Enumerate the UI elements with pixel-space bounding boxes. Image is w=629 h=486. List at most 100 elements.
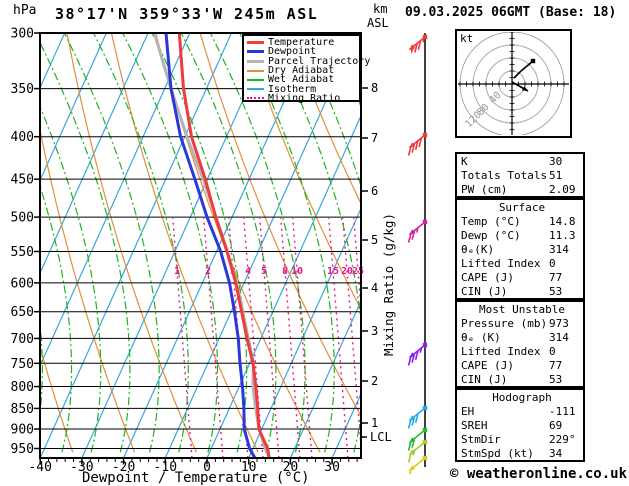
legend-swatch-isotherm xyxy=(247,88,264,91)
panel-row-value: 34 xyxy=(549,447,563,460)
panel-row: Pressure (mb) 973 xyxy=(461,317,583,331)
svg-text:6: 6 xyxy=(371,184,378,198)
svg-text:350: 350 xyxy=(11,82,34,97)
wind-barb-column xyxy=(407,33,428,475)
indices-panel-hodograph: Hodograph EH -111 SREH 69 StmDir 229° StmSpd (k… xyxy=(455,388,585,462)
panel-row: SREH 69 xyxy=(461,419,583,433)
panel-row-label: Dewp (°C) xyxy=(461,229,521,242)
panel-row-label: Lifted Index xyxy=(461,345,541,358)
indices-panel: K 30 Totals Totals 51 PW (cm) 2.09 xyxy=(455,152,585,198)
svg-text:10: 10 xyxy=(291,266,303,277)
svg-text:4: 4 xyxy=(245,266,251,277)
svg-text:1: 1 xyxy=(174,266,180,277)
lcl-label: LCL xyxy=(370,430,392,444)
hodograph-unit-label: kt xyxy=(460,32,473,45)
legend-swatch-mixing-ratio xyxy=(247,97,264,100)
panel-row-label: θₑ(K) xyxy=(461,243,495,256)
svg-text:5: 5 xyxy=(261,266,267,277)
mixing-ratio-axis-title: Mixing Ratio (g/kg) xyxy=(381,213,396,356)
panel-row-label: PW (cm) xyxy=(461,183,508,196)
panel-row: Temp (°C) 14.8 xyxy=(461,215,583,229)
legend-swatch-dry-adiabat xyxy=(247,69,264,72)
svg-text:2: 2 xyxy=(371,374,378,388)
indices-panel-most-unstable: Most Unstable Pressure (mb) 973 θₑ (K) 314 Li… xyxy=(455,300,585,388)
panel-row-label: SREH xyxy=(461,419,488,432)
svg-text:750: 750 xyxy=(11,357,34,372)
panel-header: Hodograph xyxy=(492,391,552,404)
panel-row: EH -111 xyxy=(461,405,583,419)
svg-text:900: 900 xyxy=(11,423,34,438)
legend-swatch-temperature xyxy=(247,41,264,45)
dry-adiabat-line xyxy=(599,33,629,452)
svg-text:400: 400 xyxy=(11,130,34,145)
panel-row-value: 314 xyxy=(549,331,569,344)
legend-label: Wet Adiabat xyxy=(268,74,335,86)
svg-text:15: 15 xyxy=(327,266,339,277)
legend-label: Mixing Ratio xyxy=(268,92,341,104)
panel-row: θₑ (K) 314 xyxy=(461,331,583,345)
svg-text:950: 950 xyxy=(11,442,34,457)
svg-text:-40: -40 xyxy=(28,460,51,475)
svg-text:450: 450 xyxy=(11,173,34,188)
legend-item: Mixing Ratio xyxy=(247,92,359,104)
panel-row-label: K xyxy=(461,155,468,168)
asl-axis-unit: ASL xyxy=(367,16,389,30)
svg-text:850: 850 xyxy=(11,402,34,417)
panel-row-value: 0 xyxy=(549,345,556,358)
panel-row: StmDir 229° xyxy=(461,433,583,447)
panel-row-value: 229° xyxy=(549,433,576,446)
panel-row: PW (cm) 2.09 xyxy=(461,183,583,197)
panel-row: CAPE (J) 77 xyxy=(461,271,583,285)
svg-text:30: 30 xyxy=(324,460,340,475)
dry-adiabat-line xyxy=(66,34,197,453)
panel-row-value: 14.8 xyxy=(549,215,576,228)
svg-text:650: 650 xyxy=(11,305,34,320)
legend-swatch-wet-adiabat xyxy=(247,78,264,81)
panel-row-value: 0 xyxy=(549,257,556,270)
panel-row-value: 51 xyxy=(549,169,563,182)
panel-row-value: 2.09 xyxy=(549,183,576,196)
wet-adiabat-line xyxy=(151,34,248,453)
panel-header: Most Unstable xyxy=(478,303,566,316)
panel-row-value: 314 xyxy=(549,243,569,256)
legend-swatch-parcel-trajectory xyxy=(247,59,264,63)
panel-row-label: CIN (J) xyxy=(461,285,508,298)
svg-text:800: 800 xyxy=(11,380,34,395)
panel-row: Lifted Index 0 xyxy=(461,257,583,271)
panel-row: Dewp (°C) 11.3 xyxy=(461,229,583,243)
copyright-link[interactable]: © weatheronline.co.uk xyxy=(450,466,627,482)
panel-row-value: 30 xyxy=(549,155,563,168)
sounding-page: 1 2 3 4 5 8 10 15 20 25 300 350 400 450 500 550 600 650 70… xyxy=(0,0,629,486)
svg-text:8: 8 xyxy=(282,266,288,277)
panel-row: Lifted Index 0 xyxy=(461,345,583,359)
panel-row-value: 69 xyxy=(549,419,563,432)
panel-row-value: 77 xyxy=(549,271,563,284)
pressure-axis-unit: hPa xyxy=(13,3,37,18)
svg-text:25: 25 xyxy=(352,266,364,277)
svg-text:4: 4 xyxy=(371,281,378,295)
panel-row: K 30 xyxy=(461,155,583,169)
panel-row-label: CAPE (J) xyxy=(461,359,514,372)
panel-row-label: Pressure (mb) xyxy=(461,317,548,330)
legend-swatch-dewpoint xyxy=(247,50,264,54)
panel-row-value: 973 xyxy=(549,317,569,330)
svg-text:5: 5 xyxy=(371,233,378,247)
panel-row-label: StmDir xyxy=(461,433,501,446)
panel-row: StmSpd (kt) 34 xyxy=(461,447,583,461)
svg-text:3: 3 xyxy=(371,324,378,338)
dry-adiabat-line xyxy=(0,33,11,452)
legend-box: Temperature Dewpoint Parcel Trajectory Dry … xyxy=(242,34,370,104)
panel-row-label: Lifted Index xyxy=(461,257,541,270)
panel-row-label: EH xyxy=(461,405,475,418)
panel-row-label: Totals Totals xyxy=(461,169,548,182)
svg-text:700: 700 xyxy=(11,332,34,347)
panel-row-value: 53 xyxy=(549,285,563,298)
indices-panel-surface: Surface Temp (°C) 14.8 Dewp (°C) 11.3 θₑ(K) 31… xyxy=(455,198,585,300)
panel-row: CIN (J) 53 xyxy=(461,285,583,299)
svg-text:2: 2 xyxy=(205,266,211,277)
svg-text:550: 550 xyxy=(11,245,34,260)
panel-row: CIN (J) 53 xyxy=(461,373,583,387)
panel-row-label: StmSpd (kt) xyxy=(461,447,534,460)
panel-row: θₑ(K) 314 xyxy=(461,243,583,257)
station-title: 38°17'N 359°33'W 245m ASL xyxy=(55,5,319,23)
